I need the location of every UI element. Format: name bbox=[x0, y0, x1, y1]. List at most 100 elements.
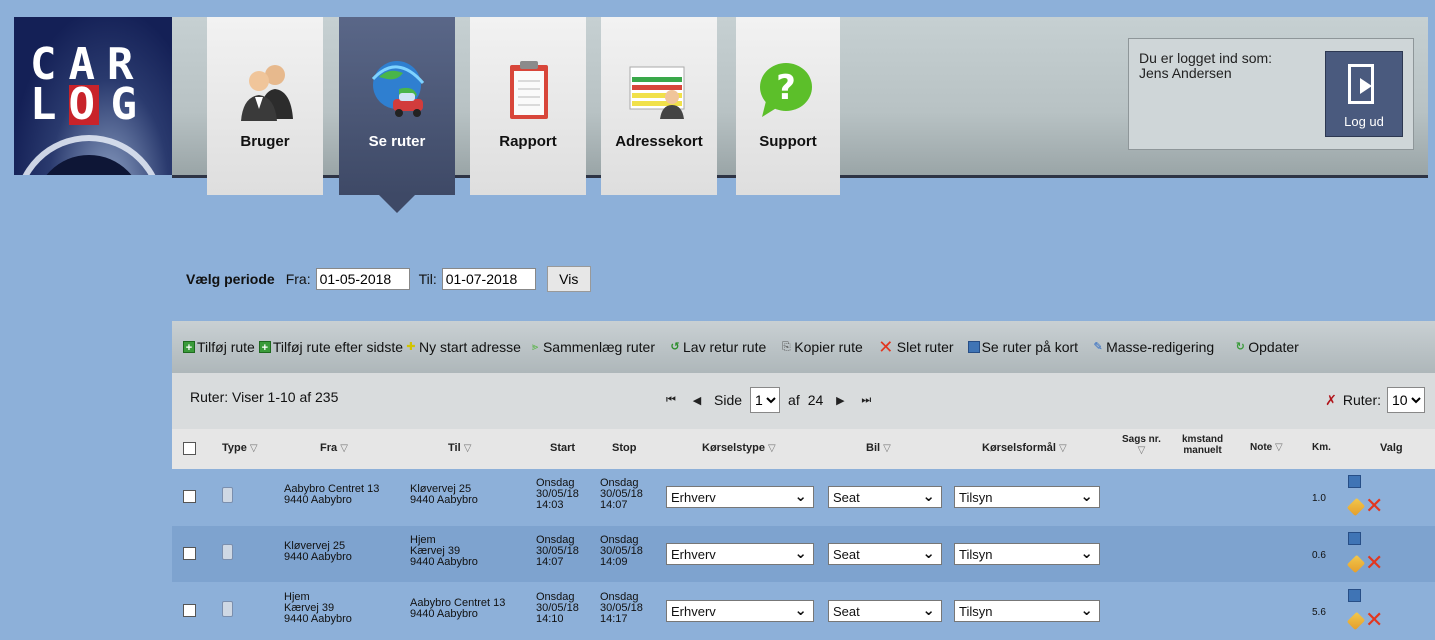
phone-type-icon bbox=[222, 487, 233, 503]
pagination: ⏮ ◀ Side 1 af 24 ▶ ⏭ bbox=[662, 387, 875, 413]
copy-label: Kopier rute bbox=[794, 339, 863, 355]
korselstype-select[interactable]: Erhverv ⌄ bbox=[666, 543, 814, 565]
last-page-icon[interactable]: ⏭ bbox=[857, 394, 875, 407]
logo-letter-g: G bbox=[110, 79, 149, 130]
show-button[interactable]: Vis bbox=[546, 266, 591, 292]
row-checkbox[interactable] bbox=[183, 604, 196, 617]
from-label: Fra: bbox=[285, 271, 311, 287]
show-on-map-button[interactable]: Se ruter på kort bbox=[967, 339, 1079, 355]
copy-route-button[interactable]: ⎘ Kopier rute bbox=[780, 339, 863, 355]
pencil-icon[interactable] bbox=[1346, 554, 1366, 574]
logout-label: Log ud bbox=[1344, 114, 1384, 129]
pencil-icon[interactable] bbox=[1346, 611, 1366, 631]
filter-icon: ▽ bbox=[768, 443, 776, 454]
delete-x-icon[interactable]: ✕ bbox=[1365, 609, 1383, 631]
to-date-input[interactable] bbox=[441, 268, 536, 290]
tab-rapport[interactable]: Rapport bbox=[470, 17, 586, 195]
til-line: 9440 Aabybro bbox=[410, 494, 478, 506]
delete-label: Slet ruter bbox=[896, 339, 954, 355]
fra-cell: Hjem Kærvej 39 9440 Aabybro bbox=[284, 592, 352, 625]
mass-edit-button[interactable]: ✎ Masse-redigering bbox=[1092, 339, 1214, 355]
col-til[interactable]: Til ▽ bbox=[448, 442, 471, 454]
korselsformal-select[interactable]: Tilsyn ⌄ bbox=[954, 543, 1100, 565]
add-route-after-last-button[interactable]: + Tilføj rute efter sidste bbox=[258, 339, 404, 355]
select-all-checkbox[interactable] bbox=[183, 442, 196, 455]
row-checkbox[interactable] bbox=[183, 490, 196, 503]
col-korselsformal[interactable]: Kørselsformål ▽ bbox=[982, 442, 1067, 454]
col-type[interactable]: Type ▽ bbox=[222, 442, 258, 454]
first-page-icon[interactable]: ⏮ bbox=[662, 394, 680, 407]
delete-x-icon[interactable]: ✕ bbox=[1365, 552, 1383, 574]
korselstype-select[interactable]: Erhverv ⌄ bbox=[666, 486, 814, 508]
add-route-button[interactable]: + Tilføj rute bbox=[183, 339, 255, 355]
col-fra[interactable]: Fra ▽ bbox=[320, 442, 348, 454]
merge-routes-button[interactable]: ⪢ Sammenlæg ruter bbox=[529, 339, 655, 355]
to-label: Til: bbox=[418, 271, 437, 287]
map-icon[interactable] bbox=[1348, 589, 1361, 602]
filter-icon: ▽ bbox=[249, 443, 258, 454]
col-kmstand[interactable]: kmstand manuelt bbox=[1182, 434, 1223, 456]
users-icon bbox=[241, 65, 293, 121]
tab-bruger[interactable]: Bruger bbox=[207, 17, 323, 195]
tab-se-ruter[interactable]: Se ruter bbox=[339, 17, 455, 213]
map-icon[interactable] bbox=[1348, 532, 1361, 545]
korselsformal-select[interactable]: Tilsyn ⌄ bbox=[954, 600, 1100, 622]
pager-bar: Ruter: Viser 1-10 af 235 ⏮ ◀ Side 1 af 2… bbox=[172, 373, 1435, 429]
return-route-button[interactable]: ↺ Lav retur rute bbox=[669, 339, 766, 355]
map-icon[interactable] bbox=[1348, 475, 1361, 488]
col-km[interactable]: Km. bbox=[1312, 442, 1331, 453]
new-start-address-button[interactable]: ✚ Ny start adresse bbox=[405, 339, 521, 355]
map-label: Se ruter på kort bbox=[981, 339, 1079, 355]
til-cell: Aabybro Centret 13 9440 Aabybro bbox=[410, 598, 505, 620]
prev-page-icon[interactable]: ◀ bbox=[688, 394, 706, 407]
tab-adressekort[interactable]: Adressekort bbox=[601, 17, 717, 195]
refresh-icon: ↻ bbox=[1235, 341, 1245, 353]
col-kmstand-line2: manuelt bbox=[1183, 445, 1222, 456]
col-note[interactable]: Note ▽ bbox=[1250, 442, 1283, 453]
til-line: 9440 Aabybro bbox=[410, 556, 478, 568]
phone-type-icon bbox=[222, 601, 233, 617]
stop-line: 14:09 bbox=[600, 556, 628, 568]
row-checkbox[interactable] bbox=[183, 547, 196, 560]
col-stop[interactable]: Stop bbox=[612, 442, 636, 454]
til-cell: Kløvervej 25 9440 Aabybro bbox=[410, 484, 478, 506]
next-page-icon[interactable]: ▶ bbox=[831, 394, 849, 407]
bil-select[interactable]: Seat ⌄ bbox=[828, 486, 942, 508]
start-cell: Onsdag 30/05/18 14:03 bbox=[536, 478, 579, 511]
bil-select[interactable]: Seat ⌄ bbox=[828, 543, 942, 565]
period-label: Vælg periode bbox=[186, 271, 275, 287]
bil-value: Seat bbox=[833, 546, 860, 562]
fra-line: 9440 Aabybro bbox=[284, 551, 352, 563]
refresh-button[interactable]: ↻ Opdater bbox=[1234, 339, 1299, 355]
bil-select[interactable]: Seat ⌄ bbox=[828, 600, 942, 622]
clear-filter-icon[interactable]: ✗ bbox=[1325, 392, 1337, 409]
login-panel: Du er logget ind som: Jens Andersen Log … bbox=[1128, 38, 1414, 150]
col-bil[interactable]: Bil ▽ bbox=[866, 442, 891, 454]
col-start[interactable]: Start bbox=[550, 442, 575, 454]
exit-arrow-icon bbox=[1360, 78, 1372, 94]
new-start-label: Ny start adresse bbox=[419, 339, 521, 355]
tab-support[interactable]: ? Support bbox=[736, 17, 840, 195]
col-sags[interactable]: Sags nr. ▽ bbox=[1122, 434, 1161, 456]
pencil-icon[interactable] bbox=[1346, 497, 1366, 517]
col-korselstype[interactable]: Kørselstype ▽ bbox=[702, 442, 776, 454]
korselsformal-select[interactable]: Tilsyn ⌄ bbox=[954, 486, 1100, 508]
from-date-input[interactable] bbox=[315, 268, 410, 290]
start-cell: Onsdag 30/05/18 14:10 bbox=[536, 592, 579, 625]
routes-per-page-select[interactable]: 10 bbox=[1387, 387, 1425, 413]
return-route-label: Lav retur rute bbox=[683, 339, 767, 355]
add-icon: + bbox=[258, 341, 271, 354]
page-select[interactable]: 1 bbox=[750, 387, 781, 413]
stop-line: 14:17 bbox=[600, 613, 628, 625]
til-cell: Hjem Kærvej 39 9440 Aabybro bbox=[410, 535, 478, 568]
delete-x-icon[interactable]: ✕ bbox=[1365, 495, 1383, 517]
add-after-last-label: Tilføj rute efter sidste bbox=[272, 339, 404, 355]
korselstype-select[interactable]: Erhverv ⌄ bbox=[666, 600, 814, 622]
fra-line: 9440 Aabybro bbox=[284, 613, 352, 625]
chevron-down-icon: ⌄ bbox=[1080, 488, 1093, 505]
delete-routes-button[interactable]: ✕ Slet ruter bbox=[877, 338, 954, 356]
chevron-down-icon: ⌄ bbox=[1080, 545, 1093, 562]
start-line: 14:10 bbox=[536, 613, 564, 625]
svg-text:?: ? bbox=[776, 68, 796, 108]
logout-button[interactable]: Log ud bbox=[1325, 51, 1403, 137]
